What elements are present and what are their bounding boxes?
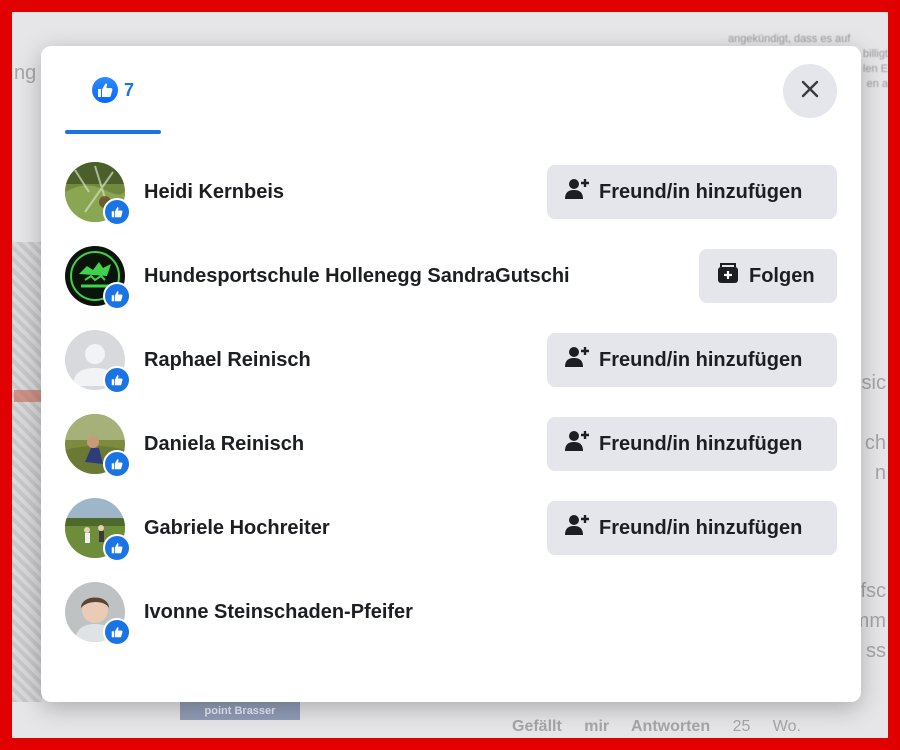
person-name[interactable]: Ivonne Steinschaden-Pfeifer	[144, 601, 413, 624]
person-name[interactable]: Heidi Kernbeis	[144, 181, 284, 204]
like-badge-icon	[103, 618, 131, 646]
tab-all-likes[interactable]: 7	[65, 46, 161, 134]
avatar[interactable]	[65, 582, 131, 646]
list-item: Gabriele Hochreiter Freund/in hinzufügen	[65, 486, 837, 570]
person-name[interactable]: Gabriele Hochreiter	[144, 517, 330, 540]
add-friend-label: Freund/in hinzufügen	[599, 516, 803, 539]
avatar[interactable]	[65, 246, 131, 310]
background-left-image	[12, 242, 42, 702]
background-right-word: fsc	[860, 580, 886, 602]
add-friend-icon	[565, 178, 589, 206]
list-item: Heidi Kernbeis Freund/in hinzufügen	[65, 150, 837, 234]
add-friend-icon	[565, 430, 589, 458]
like-badge-icon	[103, 198, 131, 226]
add-friend-button[interactable]: Freund/in hinzufügen	[547, 165, 837, 219]
active-tab-indicator	[65, 130, 161, 134]
add-friend-label: Freund/in hinzufügen	[599, 180, 803, 203]
add-friend-label: Freund/in hinzufügen	[599, 432, 803, 455]
background-tag	[14, 390, 42, 402]
background-comment-actions: Gefällt mir Antworten 25 Wo.	[512, 718, 801, 736]
close-icon	[800, 79, 820, 104]
follow-page-icon	[717, 262, 739, 290]
like-badge-icon	[103, 282, 131, 310]
list-item: Daniela Reinisch Freund/in hinzufügen	[65, 402, 837, 486]
like-badge-icon	[103, 450, 131, 478]
background-left-word: ng	[14, 62, 37, 84]
add-friend-icon	[565, 346, 589, 374]
person-name[interactable]: Daniela Reinisch	[144, 433, 304, 456]
reactions-list: Heidi Kernbeis Freund/in hinzufügen Hund…	[65, 150, 837, 654]
avatar[interactable]	[65, 162, 131, 226]
follow-button[interactable]: Folgen	[699, 249, 837, 303]
close-button[interactable]	[783, 64, 837, 118]
add-friend-button[interactable]: Freund/in hinzufügen	[547, 501, 837, 555]
reactions-dialog: 7 Heidi Kernbeis Freund/in hinzufügen Hu…	[41, 46, 861, 702]
list-item: Raphael Reinisch Freund/in hinzufügen	[65, 318, 837, 402]
tab-count: 7	[123, 79, 134, 100]
background-reply-link: Antworten	[631, 718, 711, 735]
reaction-tabs: 7	[65, 46, 315, 134]
person-name[interactable]: Hundesportschule Hollenegg SandraGutschi	[144, 265, 570, 288]
follow-label: Folgen	[749, 264, 815, 287]
background-text-line: angekündigt, dass es auf	[728, 33, 851, 45]
background-timestamp: 25 Wo.	[732, 718, 801, 735]
background-right-word: ss	[866, 640, 886, 662]
like-icon	[91, 77, 118, 103]
avatar[interactable]	[65, 330, 131, 394]
background-like-link: Gefällt mir	[512, 718, 610, 735]
background-ad-badge: point Brasser	[180, 702, 300, 720]
background-right-word: sic	[861, 372, 886, 394]
list-item: Ivonne Steinschaden-Pfeifer	[65, 570, 837, 654]
background-right-word: ch	[864, 432, 886, 454]
add-friend-button[interactable]: Freund/in hinzufügen	[547, 417, 837, 471]
add-friend-icon	[565, 514, 589, 542]
avatar[interactable]	[65, 414, 131, 478]
like-badge-icon	[103, 534, 131, 562]
add-friend-label: Freund/in hinzufügen	[599, 348, 803, 371]
like-badge-icon	[103, 366, 131, 394]
list-item: Hundesportschule Hollenegg SandraGutschi…	[65, 234, 837, 318]
add-friend-button[interactable]: Freund/in hinzufügen	[547, 333, 837, 387]
background-right-word: n	[874, 462, 886, 484]
person-name[interactable]: Raphael Reinisch	[144, 349, 311, 372]
avatar[interactable]	[65, 498, 131, 562]
